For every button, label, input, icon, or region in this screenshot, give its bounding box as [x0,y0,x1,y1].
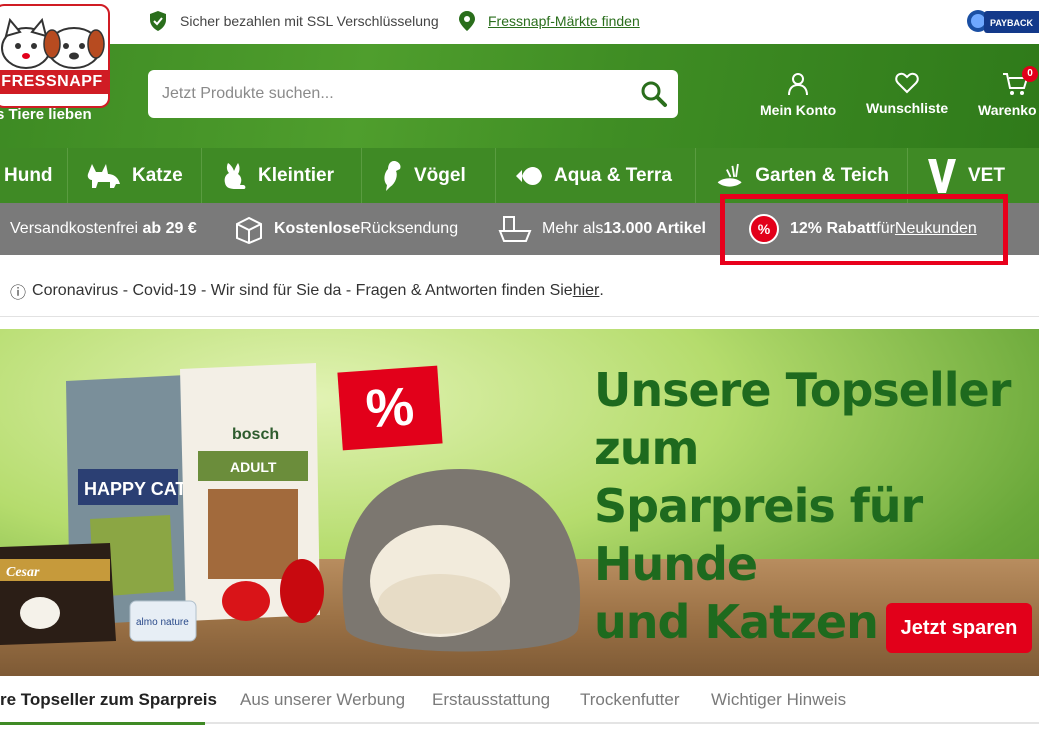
vet-logo-icon [928,158,956,193]
category-label: Hund [4,164,53,186]
fressnapf-logo[interactable]: FRESSNAPF [0,4,110,108]
covid-notice: ⓘ Coronavirus - Covid-19 - Wir sind für … [0,265,1039,317]
pond-icon [717,163,742,187]
active-tab-indicator [0,722,205,725]
items-bold: 13.000 Artikel [603,220,706,237]
return-suffix: Rücksendung [360,220,459,237]
dog-cat-logo-icon [1,17,105,69]
wishlist-button[interactable]: Wunschliste [866,72,948,116]
account-button[interactable]: Mein Konto [760,72,836,118]
ssl-notice: Sicher bezahlen mit SSL Verschlüsselung [148,10,439,32]
payback-text: PAYBACK [990,18,1034,28]
page: Sicher bezahlen mit SSL Verschlüsselung … [0,0,1039,756]
fish-icon [516,166,542,185]
box-return-icon [236,216,262,244]
account-label: Mein Konto [760,102,837,118]
rabbit-icon [224,162,246,189]
ssl-text: Sicher bezahlen mit SSL Verschlüsselung [180,13,439,29]
heart-icon [895,72,919,94]
category-aqua-terra[interactable]: Aqua & Terra [496,148,696,203]
shipping-prefix: Versandkostenfrei [10,220,139,237]
tab-trockenfutter[interactable]: Trockenfutter [580,690,680,710]
payback-logo-icon[interactable]: PAYBACK [966,5,1039,37]
category-kleintier[interactable]: Kleintier [202,148,362,203]
bird-icon [384,160,401,191]
search-input[interactable] [162,70,622,118]
cart-count-badge: 0 [1022,66,1038,82]
cart-button[interactable]: 0 Warenko [978,66,1038,118]
usp-return: Kostenlose Rücksendung [234,203,458,255]
notice-end: . [599,281,604,299]
category-label: Vögel [414,164,466,186]
notice-text: Coronavirus - Covid-19 - Wir sind für Si… [32,281,573,299]
tab-wichtiger-hinweis[interactable]: Wichtiger Hinweis [711,690,846,710]
store-finder[interactable]: Fressnapf-Märkte finden [458,10,640,32]
info-icon: ⓘ [10,284,27,302]
usp-items: Mehr als 13.000 Artikel [498,203,706,255]
category-label: Garten & Teich [755,164,889,186]
hero-title-line2: Sparpreis für Hunde [594,479,923,591]
food-bowl-icon [498,216,532,242]
category-hund[interactable]: Hund [0,148,68,203]
search-icon[interactable] [640,80,668,108]
notice-link[interactable]: hier [573,282,600,300]
user-icon [788,73,809,96]
return-bold: Kostenlose [274,220,361,237]
highlight-annotation [720,194,1008,266]
slogan: s Tiere lieben [0,106,92,123]
items-prefix: Mehr als [542,220,604,237]
logo-wordmark: FRESSNAPF [0,70,108,94]
category-katze[interactable]: Katze [68,148,202,203]
percent-badge: % [337,365,443,451]
jetzt-sparen-button[interactable]: Jetzt sparen [886,603,1032,653]
hero-banner[interactable]: HAPPY CAT bosch ADULT Cesar almo nature [0,329,1039,676]
usp-shipping: Versandkostenfrei ab 29 € [10,203,197,255]
cesar-label: Cesar [6,565,40,580]
cat-icon [87,163,120,188]
store-finder-link[interactable]: Fressnapf-Märkte finden [488,13,640,29]
bosch-label: bosch [232,426,279,443]
cart-label: Warenko [978,102,1037,118]
shipping-bold: ab 29 € [142,220,197,237]
category-label: VET [968,164,1005,186]
tab-topseller[interactable]: re Topseller zum Sparpreis [0,690,217,710]
category-label: Kleintier [258,164,335,186]
content-tabs: re Topseller zum Sparpreis Aus unserer W… [0,676,1039,725]
category-voegel[interactable]: Vögel [362,148,496,203]
tab-werbung[interactable]: Aus unserer Werbung [240,690,405,710]
wishlist-label: Wunschliste [866,100,949,116]
almo-label: almo nature [136,617,189,628]
adult-label: ADULT [230,459,277,475]
category-label: Aqua & Terra [554,164,672,186]
hero-title-line1: Unsere Topseller zum [594,363,1011,475]
top-bar: Sicher bezahlen mit SSL Verschlüsselung … [0,0,1039,44]
product-packshots-image: HAPPY CAT bosch ADULT Cesar almo nature [0,363,581,652]
category-label: Katze [132,164,183,186]
search-bar [148,70,678,118]
shield-check-icon [150,11,166,31]
tab-erstausstattung[interactable]: Erstausstattung [432,690,550,710]
happy-cat-label: HAPPY CAT [84,479,186,499]
map-pin-icon [459,11,475,31]
main-header: FRESSNAPF s Tiere lieben Mein Konto Wuns… [0,4,1039,148]
